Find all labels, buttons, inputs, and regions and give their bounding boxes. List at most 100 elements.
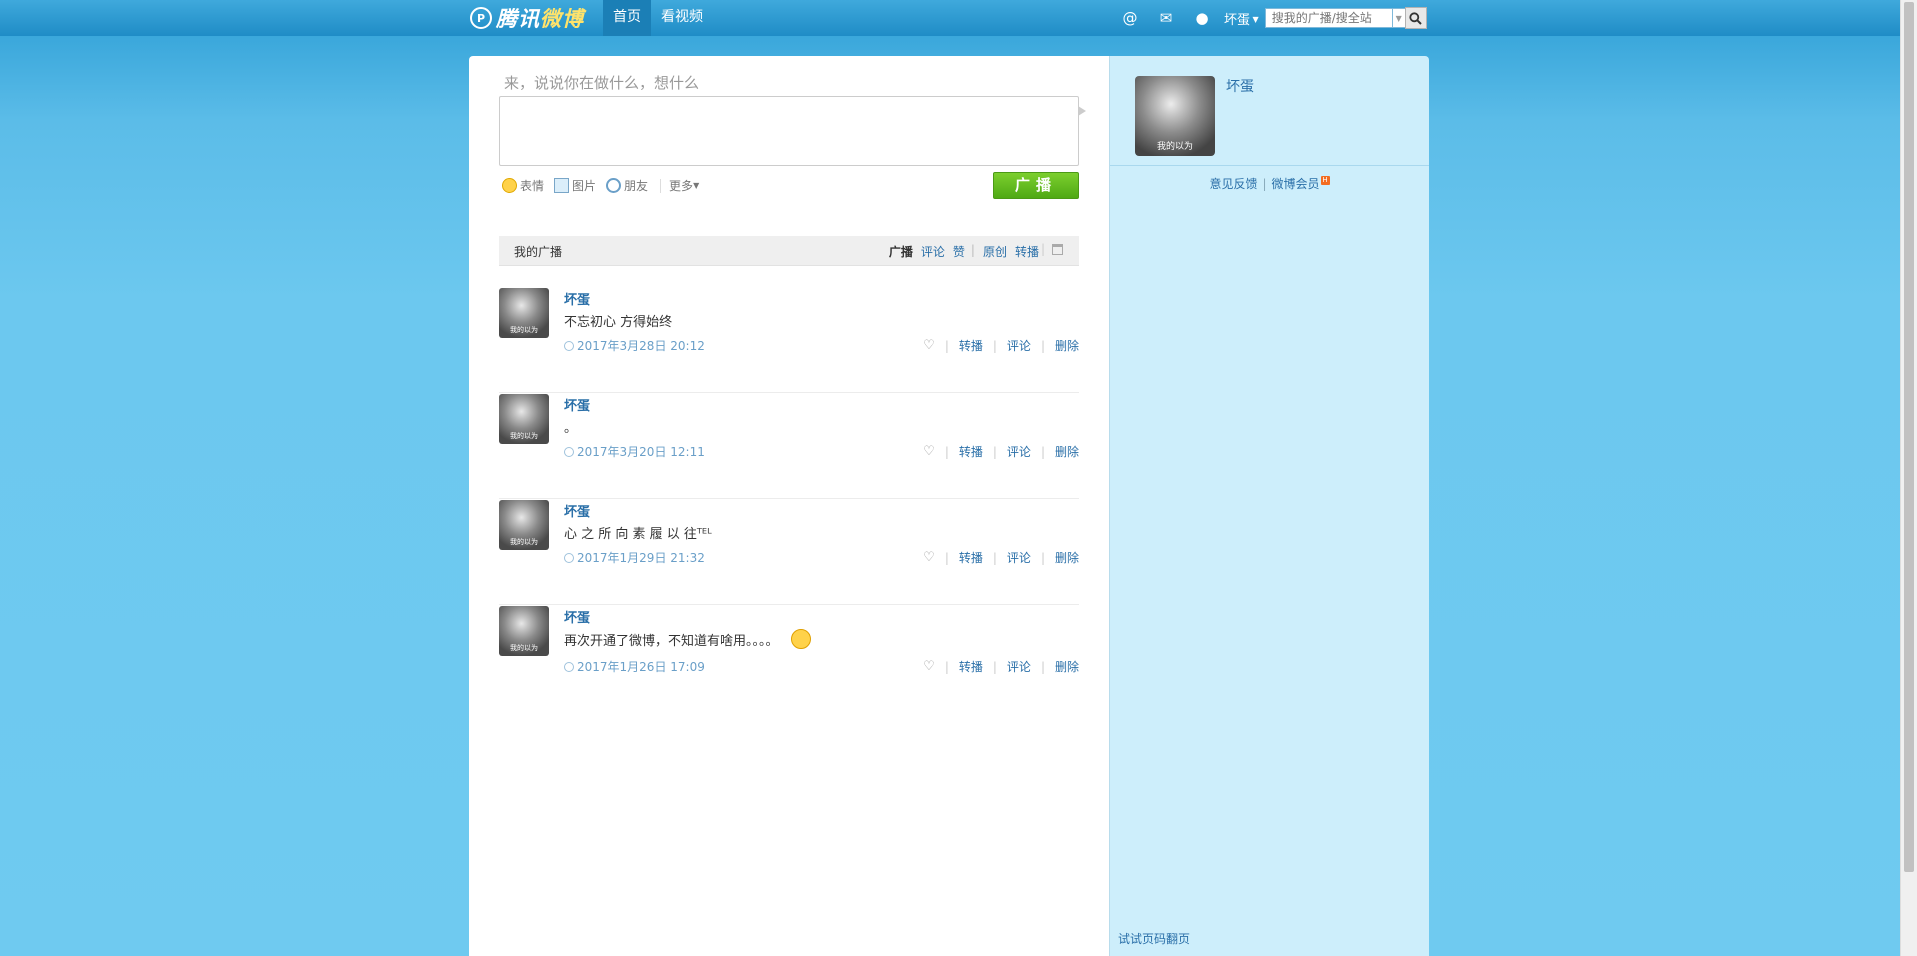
post-item: 我的以为 坏蛋 不忘初心 方得始终 2017年3月28日 20:12 ♡ | 转播…: [499, 288, 1079, 393]
scrollbar-thumb[interactable]: [1904, 2, 1914, 872]
mail-icon[interactable]: ✉: [1148, 0, 1184, 36]
delete-button[interactable]: 删除: [1055, 549, 1079, 566]
post-time[interactable]: 2017年1月29日 21:32: [564, 549, 705, 566]
composer-tail: [1078, 106, 1086, 116]
main-panel: 来，说说你在做什么，想什么 表情 图片 朋友 更多 ▼ 广播 我的广播 广播 评论…: [469, 56, 1109, 956]
vip-badge: H: [1320, 176, 1330, 185]
post-time[interactable]: 2017年3月28日 20:12: [564, 337, 705, 354]
post-time[interactable]: 2017年3月20日 12:11: [564, 443, 705, 460]
post-author[interactable]: 坏蛋: [564, 289, 590, 308]
logo-text: 腾讯微博: [496, 7, 584, 31]
action-divider: |: [992, 444, 997, 459]
post-time[interactable]: 2017年1月26日 17:09: [564, 658, 705, 675]
emoji-icon: [502, 178, 517, 193]
user-icon[interactable]: ●: [1184, 0, 1220, 36]
repost-button[interactable]: 转播: [959, 443, 983, 460]
filter-repost[interactable]: 转播: [1015, 243, 1039, 260]
avatar[interactable]: 我的以为: [499, 500, 549, 550]
logo-icon: P: [470, 7, 492, 29]
search-button[interactable]: [1404, 7, 1427, 29]
action-divider: |: [1040, 659, 1045, 674]
chevron-down-icon: ▼: [693, 181, 700, 190]
comment-button[interactable]: 评论: [1007, 549, 1031, 566]
user-menu-name: 坏蛋: [1224, 12, 1251, 28]
post-actions: ♡ | 转播 | 评论 | 删除: [923, 549, 1079, 566]
search-scope-dropdown-icon[interactable]: ▼: [1392, 8, 1405, 28]
calendar-divider: |: [1040, 242, 1045, 256]
page-flip-link[interactable]: 试试页码翻页: [1118, 930, 1190, 947]
composer-tools: 表情 图片 朋友 更多 ▼: [502, 177, 709, 194]
search-input[interactable]: [1264, 8, 1393, 28]
heart-icon[interactable]: ♡: [923, 659, 935, 674]
avatar-caption: 我的以为: [510, 432, 538, 440]
filter-comment[interactable]: 评论: [921, 243, 945, 260]
composer-textarea[interactable]: [499, 96, 1079, 166]
vip-link[interactable]: 微博会员: [1272, 177, 1320, 191]
clock-icon: [564, 552, 574, 563]
nav-home[interactable]: 首页: [603, 0, 651, 36]
repost-button[interactable]: 转播: [959, 549, 983, 566]
link-divider: |: [1262, 177, 1267, 191]
post-actions: ♡ | 转播 | 评论 | 删除: [923, 443, 1079, 460]
filter-divider: |: [970, 243, 975, 257]
tool-more[interactable]: 更多 ▼: [669, 177, 699, 194]
profile-sidebar: 我的以为 坏蛋 意见反馈 | 微博会员 H 试试页码翻页: [1109, 56, 1429, 956]
broadcast-button[interactable]: 广播: [993, 172, 1079, 199]
post-author[interactable]: 坏蛋: [564, 501, 590, 520]
heart-icon[interactable]: ♡: [923, 338, 935, 353]
tencent-weibo-logo[interactable]: P 腾讯微博: [470, 4, 584, 32]
post-time-text: 2017年1月26日 17:09: [577, 660, 705, 674]
comment-button[interactable]: 评论: [1007, 443, 1031, 460]
at-icon[interactable]: @: [1112, 0, 1148, 36]
comment-button[interactable]: 评论: [1007, 658, 1031, 675]
profile-name[interactable]: 坏蛋: [1226, 76, 1254, 96]
delete-button[interactable]: 删除: [1055, 443, 1079, 460]
tool-more-label: 更多: [669, 179, 694, 193]
tool-image[interactable]: 图片: [554, 177, 596, 194]
sidebar-links: 意见反馈 | 微博会员 H: [1110, 175, 1429, 192]
avatar[interactable]: 我的以为: [499, 394, 549, 444]
avatar[interactable]: 我的以为: [499, 288, 549, 338]
calendar-icon[interactable]: [1052, 244, 1063, 255]
post-item: 我的以为 坏蛋 。 2017年3月20日 12:11 ♡ | 转播 | 评论 | 删除: [499, 394, 1079, 499]
nav-watch-video[interactable]: 看视频: [651, 0, 713, 36]
page-scrollbar[interactable]: [1900, 0, 1917, 956]
avatar[interactable]: 我的以为: [499, 606, 549, 656]
filter-broadcast[interactable]: 广播: [889, 243, 913, 260]
tool-divider: [660, 178, 662, 193]
action-divider: |: [944, 444, 949, 459]
heart-icon[interactable]: ♡: [923, 444, 935, 459]
tool-friend[interactable]: 朋友: [606, 177, 648, 194]
action-divider: |: [944, 338, 949, 353]
action-divider: |: [944, 550, 949, 565]
heart-icon[interactable]: ♡: [923, 550, 935, 565]
post-author[interactable]: 坏蛋: [564, 395, 590, 414]
at-friend-icon: [606, 178, 622, 193]
comment-button[interactable]: 评论: [1007, 337, 1031, 354]
sidebar-divider: [1110, 165, 1429, 166]
filter-like[interactable]: 赞: [953, 243, 965, 260]
feed-title: 我的广播: [514, 245, 563, 259]
repost-button[interactable]: 转播: [959, 658, 983, 675]
post-actions: ♡ | 转播 | 评论 | 删除: [923, 658, 1079, 675]
post-author[interactable]: 坏蛋: [564, 607, 590, 626]
delete-button[interactable]: 删除: [1055, 658, 1079, 675]
repost-button[interactable]: 转播: [959, 337, 983, 354]
tool-emoji-label: 表情: [520, 179, 545, 193]
avatar-caption: 我的以为: [510, 644, 538, 652]
filter-original[interactable]: 原创: [983, 243, 1007, 260]
delete-button[interactable]: 删除: [1055, 337, 1079, 354]
post-text: 。: [564, 421, 578, 436]
post-text: 不忘初心 方得始终: [564, 315, 673, 330]
post-actions: ♡ | 转播 | 评论 | 删除: [923, 337, 1079, 354]
action-divider: |: [1040, 338, 1045, 353]
feedback-link[interactable]: 意见反馈: [1209, 177, 1257, 191]
profile-avatar[interactable]: 我的以为: [1135, 76, 1215, 156]
clock-icon: [564, 661, 574, 672]
post-time-text: 2017年1月29日 21:32: [577, 551, 705, 565]
feed-header: 我的广播 广播 评论 赞 | 原创 转播 |: [499, 236, 1079, 266]
post-text: 再次开通了微博，不知道有啥用。。。。: [564, 634, 779, 649]
user-menu[interactable]: 坏蛋 ▼: [1224, 9, 1259, 28]
tool-friend-label: 朋友: [624, 179, 649, 193]
tool-emoji[interactable]: 表情: [502, 177, 544, 194]
